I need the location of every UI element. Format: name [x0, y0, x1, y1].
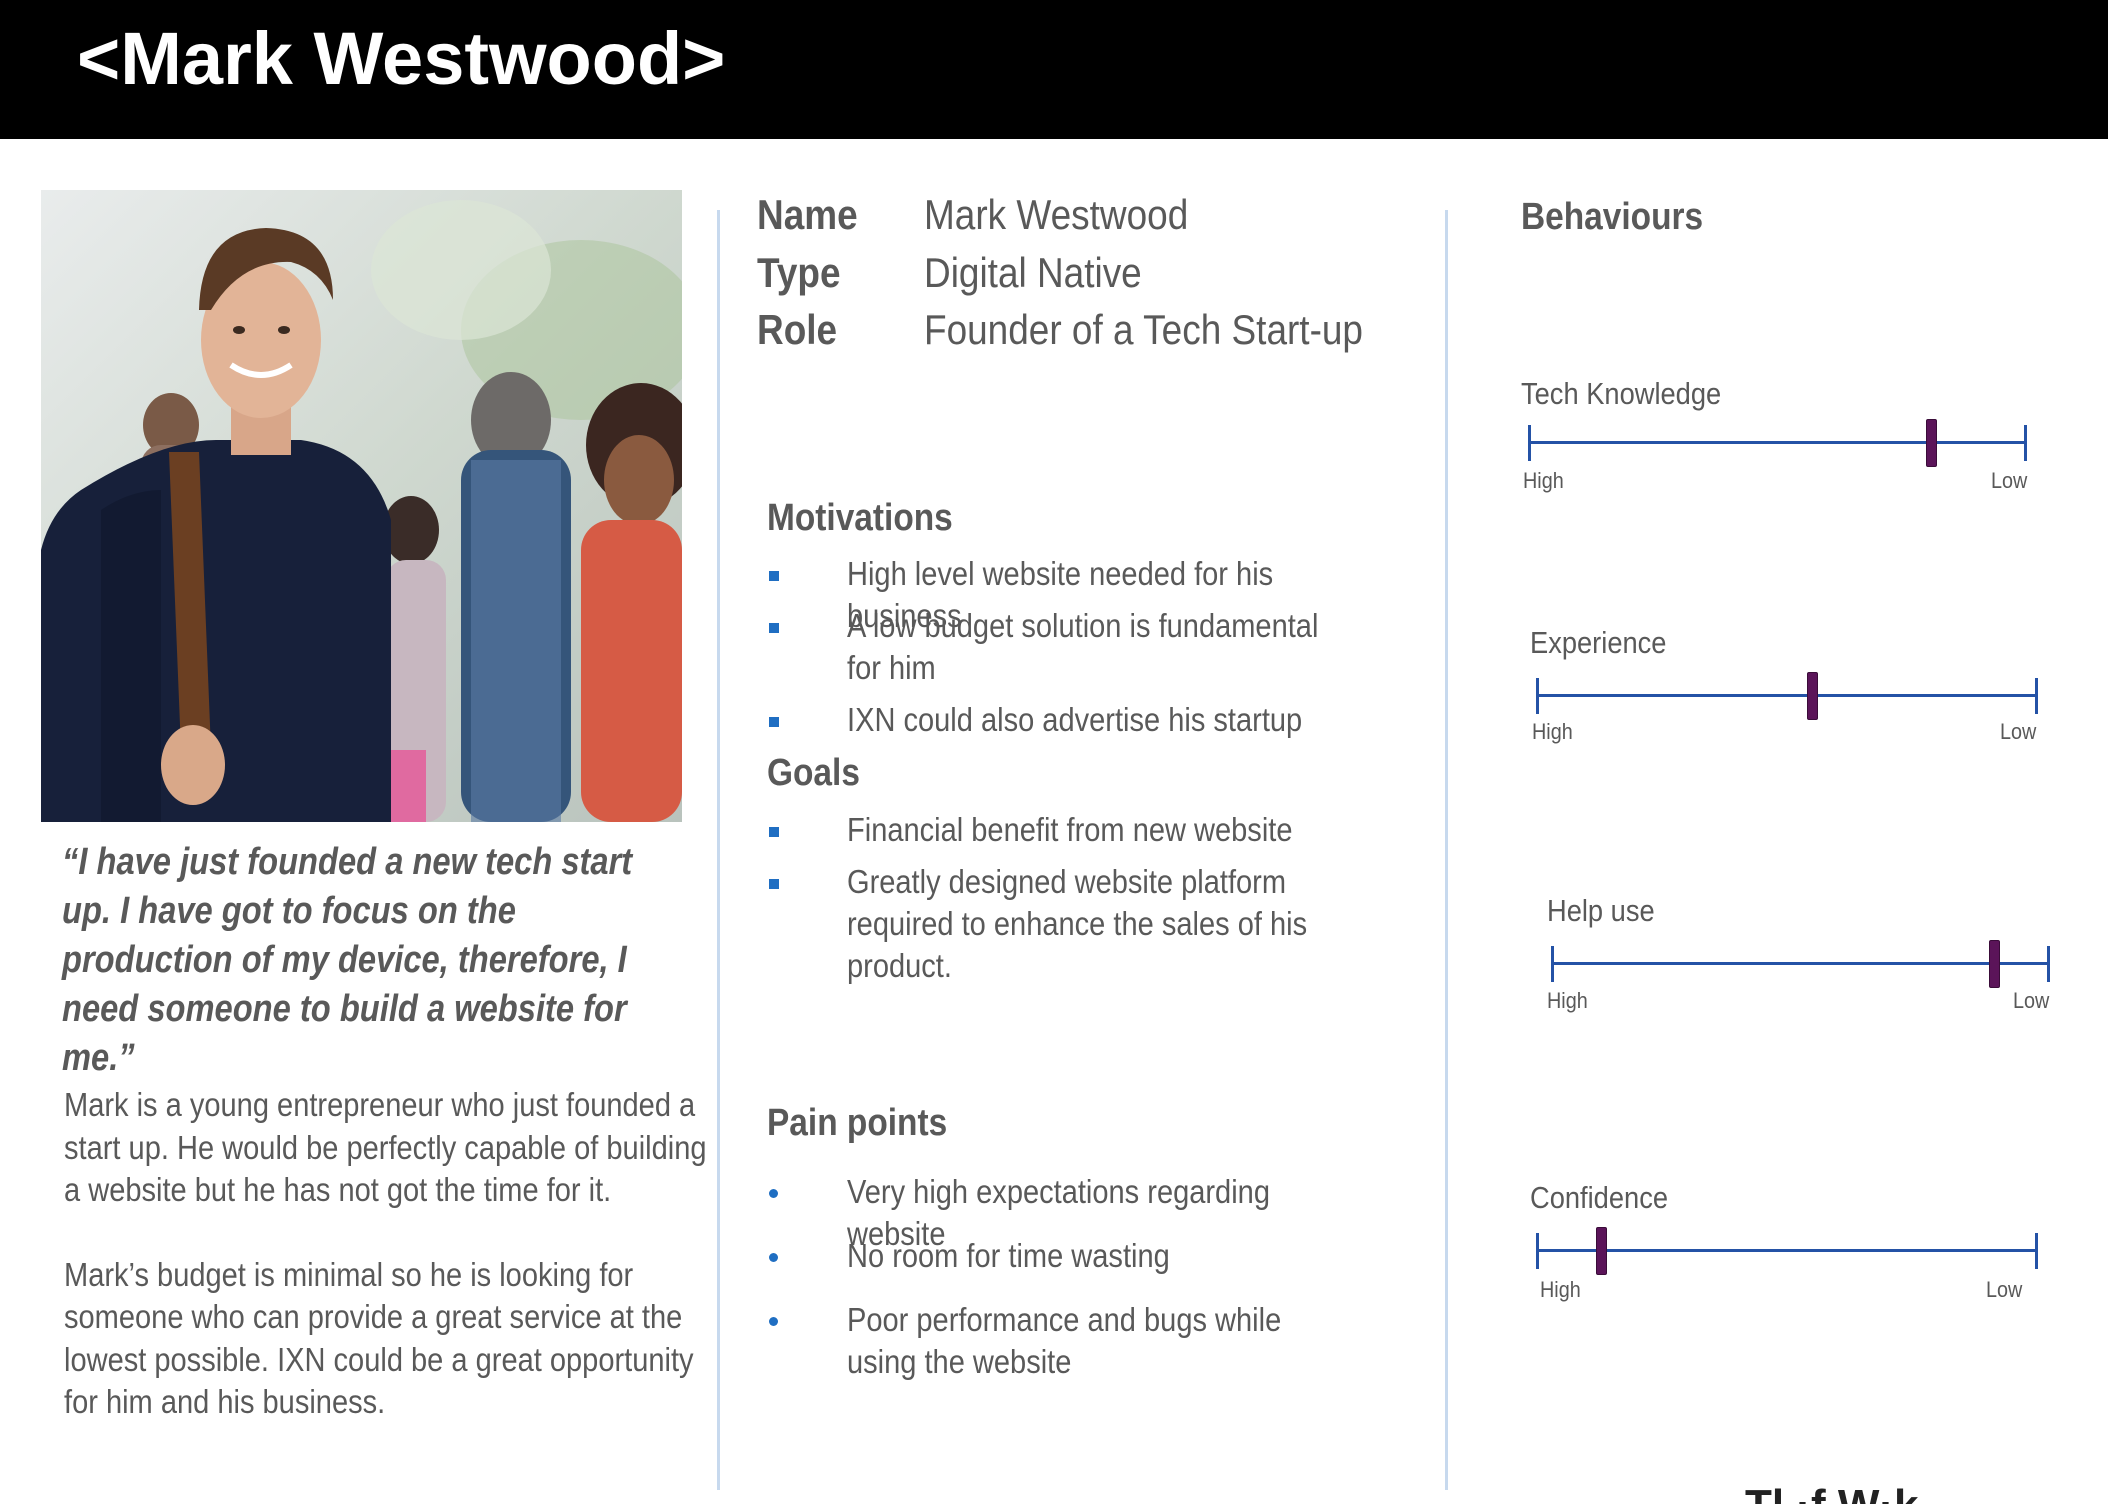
scale-line — [1551, 962, 2049, 965]
scale-high-label: High — [1532, 719, 1573, 744]
bio-paragraph: Mark’s budget is minimal so he is lookin… — [64, 1255, 694, 1421]
persona-bio: Mark is a young entrepreneur who just fo… — [64, 1084, 715, 1424]
identity-value: Founder of a Tech Start-up — [924, 306, 1363, 353]
motivation-text: A low budget solution is fundamental for… — [847, 607, 1319, 686]
scale-line — [1536, 694, 2038, 697]
footer-text: Tl ·f W·k — [1745, 1488, 2108, 1504]
pain-point-text: Poor performance and bugs while using th… — [847, 1301, 1282, 1380]
scale-tick-high — [1536, 678, 1539, 714]
scale-high-label: High — [1523, 468, 1564, 493]
scale-tick-low — [2035, 678, 2038, 714]
scale-low-label: Low — [2000, 719, 2037, 744]
scale-label: Experience — [1530, 625, 1667, 660]
divider — [717, 210, 720, 1490]
scale-low-label: Low — [1991, 468, 2028, 493]
round-bullet-icon — [769, 1189, 778, 1198]
identity-value: Digital Native — [924, 249, 1142, 296]
scale-tick-high — [1551, 946, 1554, 982]
goal-text: Greatly designed website platform requir… — [847, 863, 1308, 984]
scale-low-label: Low — [2013, 988, 2050, 1013]
pain-point-text: No room for time wasting — [847, 1237, 1170, 1274]
square-bullet-icon — [769, 571, 779, 581]
behaviours-heading: Behaviours — [1521, 196, 1704, 238]
square-bullet-icon — [769, 827, 779, 837]
scale-marker — [1596, 1227, 1608, 1275]
bio-paragraph: Mark is a young entrepreneur who just fo… — [64, 1086, 707, 1208]
square-bullet-icon — [769, 879, 779, 889]
scale-tick-low — [2047, 946, 2050, 982]
behaviour-scale: Help use High Low — [1547, 891, 2057, 1021]
round-bullet-icon — [769, 1317, 778, 1326]
scale-label: Confidence — [1530, 1180, 1669, 1215]
behaviour-scale: Confidence High Low — [1530, 1178, 2040, 1308]
identity-key: Type — [757, 249, 841, 296]
scale-marker — [1989, 940, 2001, 988]
scale-label: Tech Knowledge — [1521, 376, 1722, 411]
goal-text: Financial benefit from new website — [847, 811, 1293, 848]
page-title: <Mark Westwood> — [77, 17, 726, 100]
scale-tick-high — [1528, 425, 1531, 461]
motivation-text: IXN could also advertise his startup — [847, 701, 1303, 738]
pain-points-heading: Pain points — [767, 1102, 948, 1144]
scale-line — [1536, 1249, 2038, 1252]
scale-marker — [1926, 419, 1938, 467]
motivations-heading: Motivations — [767, 497, 953, 539]
divider — [1445, 210, 1448, 1490]
header-bar: <Mark Westwood> — [0, 0, 2108, 139]
identity-key: Name — [757, 191, 858, 238]
scale-label: Help use — [1547, 893, 1655, 928]
square-bullet-icon — [769, 717, 779, 727]
round-bullet-icon — [769, 1253, 778, 1262]
behaviour-scale: Experience High Low — [1530, 623, 2040, 753]
scale-high-label: High — [1547, 988, 1588, 1013]
persona-photo — [41, 190, 682, 822]
persona-quote: “I have just founded a new tech start up… — [62, 841, 633, 1079]
scale-marker — [1807, 672, 1819, 720]
scale-tick-high — [1536, 1233, 1539, 1269]
scale-low-label: Low — [1986, 1277, 2023, 1302]
scale-tick-low — [2035, 1233, 2038, 1269]
identity-key: Role — [757, 306, 838, 353]
scale-tick-low — [2024, 425, 2027, 461]
scale-line — [1528, 441, 2026, 444]
goals-heading: Goals — [767, 752, 860, 794]
identity-value: Mark Westwood — [924, 191, 1189, 238]
square-bullet-icon — [769, 623, 779, 633]
footer-text-fragment: Tl ·f W·k — [1745, 1488, 2108, 1504]
scale-high-label: High — [1540, 1277, 1581, 1302]
behaviour-scale: Tech Knowledge High Low — [1521, 374, 2031, 504]
